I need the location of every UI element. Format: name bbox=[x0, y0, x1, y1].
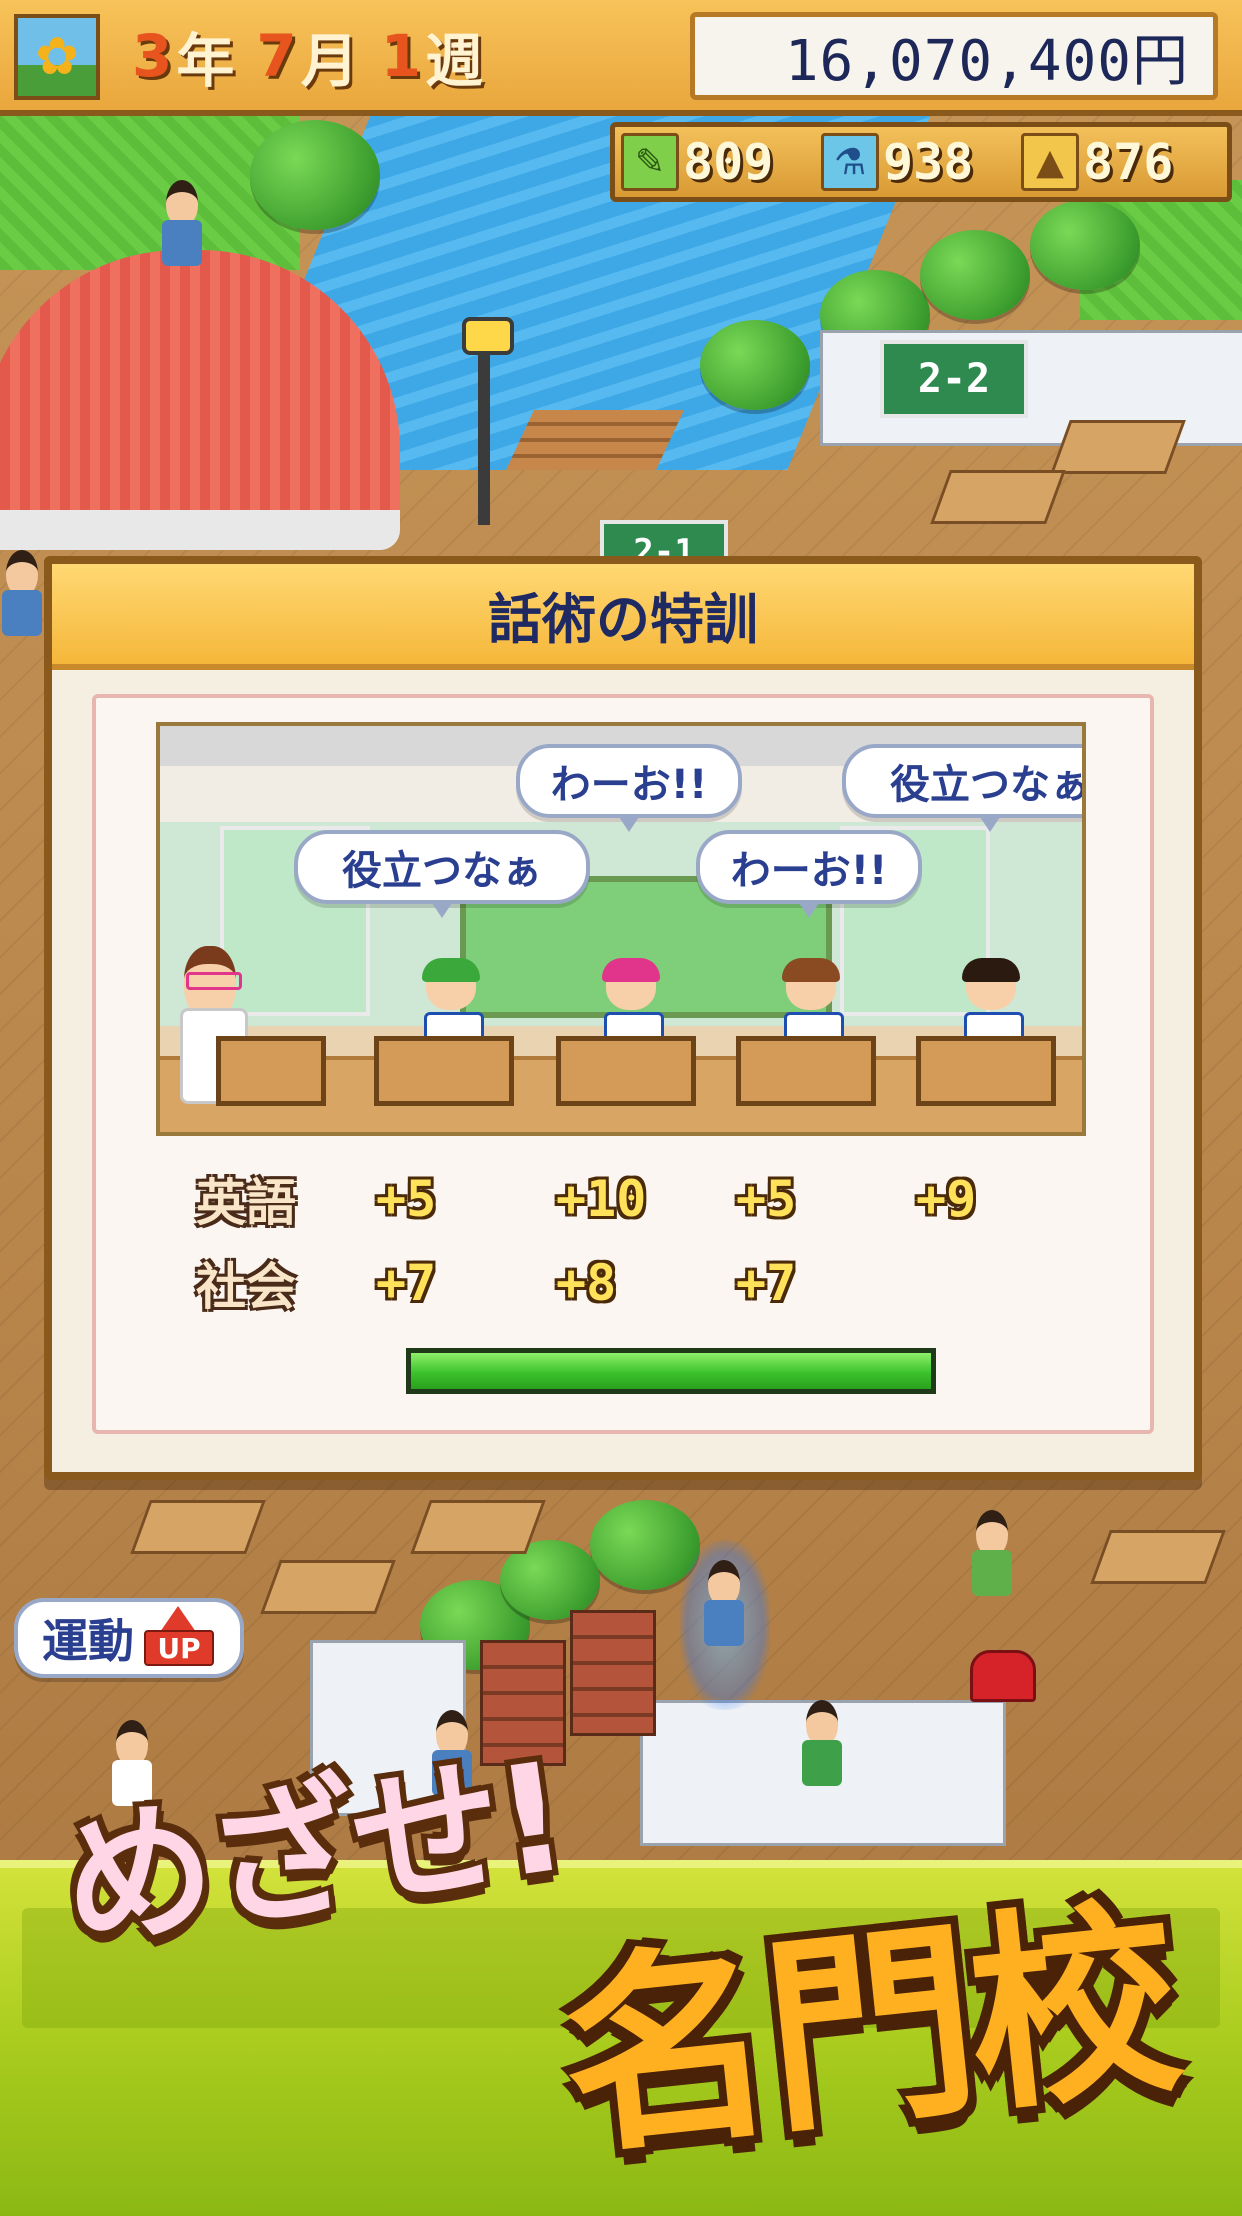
sports-points: ▲ 876 bbox=[1021, 133, 1215, 191]
tree bbox=[700, 320, 810, 410]
year-unit: 年 bbox=[176, 27, 235, 95]
training-dialog[interactable]: 話術の特訓 わーお!! 役立つなぁ 役立つなぁ わーお!! 英語 +5 +10 … bbox=[44, 556, 1202, 1480]
mailbox bbox=[970, 1650, 1036, 1702]
dialog-title: 話術の特訓 bbox=[488, 587, 758, 651]
classroom-desk bbox=[930, 470, 1066, 524]
tree bbox=[1030, 200, 1140, 290]
student-character[interactable] bbox=[160, 180, 204, 270]
student-desk bbox=[916, 1036, 1056, 1106]
bench bbox=[506, 410, 684, 470]
classroom-desk bbox=[1090, 1530, 1226, 1584]
stat-gain: +8 bbox=[556, 1254, 617, 1312]
month-number: 7 bbox=[256, 22, 297, 90]
science-points: ⚗ 938 bbox=[821, 133, 1015, 191]
study-points: ✎ 809 bbox=[621, 133, 815, 191]
stat-gain: +7 bbox=[376, 1254, 437, 1312]
student-character[interactable] bbox=[970, 1510, 1014, 1600]
speech-bubble: わーお!! bbox=[696, 830, 922, 918]
stat-gain: +5 bbox=[736, 1170, 797, 1228]
top-hud: ✿ 3 年 7 月 1 週 16,070,400円 bbox=[0, 0, 1242, 116]
flask-icon: ⚗ bbox=[821, 133, 879, 191]
student-desk bbox=[374, 1036, 514, 1106]
classroom-desk bbox=[410, 1500, 546, 1554]
bookshelf bbox=[570, 1610, 656, 1736]
money-display: 16,070,400円 bbox=[690, 12, 1218, 100]
speech-bubble: わーお!! bbox=[516, 744, 742, 832]
subject-label: 英語 bbox=[196, 1174, 296, 1232]
progress-fill bbox=[411, 1353, 931, 1389]
student-desk bbox=[736, 1036, 876, 1106]
promo-school-name: 名門校 bbox=[550, 1876, 1186, 2185]
stat-gain: +9 bbox=[916, 1170, 977, 1228]
dialog-header: 話術の特訓 bbox=[52, 564, 1194, 670]
pencil-icon: ✎ bbox=[621, 133, 679, 191]
week-number: 1 bbox=[380, 22, 422, 90]
stat-gain: +10 bbox=[556, 1170, 647, 1228]
tree bbox=[250, 120, 380, 230]
student-character[interactable] bbox=[800, 1700, 844, 1790]
training-results: 英語 +5 +10 +5 +9 社会 +7 +8 +7 bbox=[196, 1164, 1076, 1332]
sports-points-value: 876 bbox=[1083, 133, 1174, 191]
year-number: 3 bbox=[132, 22, 173, 90]
subject-label: 社会 bbox=[196, 1258, 296, 1316]
stat-gain: +5 bbox=[376, 1170, 437, 1228]
tree bbox=[920, 230, 1030, 320]
dialog-content: わーお!! 役立つなぁ 役立つなぁ わーお!! 英語 +5 +10 +5 +9 … bbox=[92, 694, 1154, 1434]
up-badge: UP bbox=[144, 1630, 214, 1666]
classroom-desk bbox=[1050, 420, 1186, 474]
science-points-value: 938 bbox=[883, 133, 974, 191]
classroom-sign: 2-2 bbox=[880, 340, 1028, 418]
student-character[interactable] bbox=[0, 550, 44, 640]
result-row-english: 英語 +5 +10 +5 +9 bbox=[196, 1164, 1076, 1248]
student-desk bbox=[556, 1036, 696, 1106]
stat-gain: +7 bbox=[736, 1254, 797, 1312]
training-progress-bar bbox=[406, 1348, 936, 1394]
student-character[interactable] bbox=[702, 1560, 746, 1650]
result-row-social: 社会 +7 +8 +7 bbox=[196, 1248, 1076, 1332]
month-unit: 月 bbox=[300, 27, 359, 95]
street-lamp bbox=[462, 317, 514, 525]
speech-bubble: 役立つなぁ bbox=[294, 830, 590, 918]
classroom-scene: わーお!! 役立つなぁ 役立つなぁ わーお!! bbox=[156, 722, 1086, 1136]
popup-label: 運動 bbox=[42, 1614, 134, 1668]
week-unit: 週 bbox=[425, 27, 484, 95]
sunflower-icon[interactable]: ✿ bbox=[14, 14, 100, 100]
speech-bubble: 役立つなぁ bbox=[842, 744, 1082, 832]
cone-icon: ▲ bbox=[1021, 133, 1079, 191]
up-arrow-icon: UP bbox=[144, 1606, 214, 1670]
teacher-desk bbox=[216, 1036, 326, 1106]
classroom-desk bbox=[260, 1560, 396, 1614]
stat-up-popup[interactable]: 運動 UP bbox=[14, 1598, 244, 1678]
study-points-value: 809 bbox=[683, 133, 774, 191]
research-points-bar: ✎ 809 ⚗ 938 ▲ 876 bbox=[610, 122, 1232, 202]
calendar-date: 3 年 7 月 1 週 bbox=[132, 18, 501, 95]
classroom-desk bbox=[130, 1500, 266, 1554]
